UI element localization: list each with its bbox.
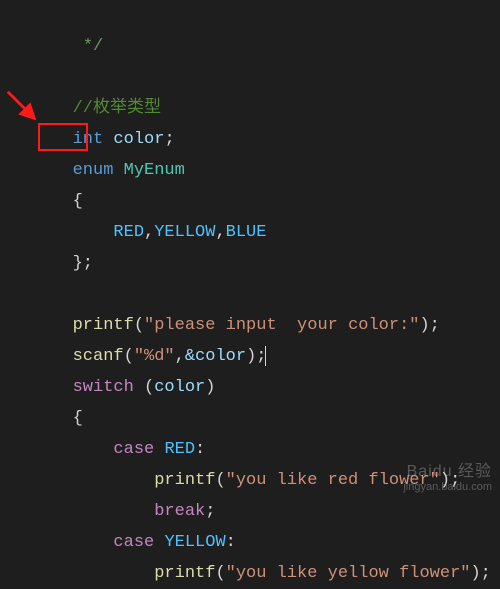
watermark-url: jingyan.baidu.com	[403, 481, 492, 493]
code-editor[interactable]: */ //枚举类型 int color; enum MyEnum { RED,Y…	[0, 0, 500, 589]
case-red: RED	[164, 440, 195, 459]
close-brace: };	[73, 254, 93, 273]
break-keyword-1: break	[154, 502, 205, 521]
switch-arg: color	[154, 378, 205, 397]
printf-yellow: printf	[154, 564, 215, 583]
watermark: Baidu 经验 jingyan.baidu.com	[403, 465, 492, 494]
enum-yellow: YELLOW	[154, 223, 215, 242]
switch-keyword: switch	[73, 378, 134, 397]
comment-end: */	[42, 37, 103, 56]
amp-color: &color	[185, 347, 246, 366]
case-keyword-1: case	[113, 440, 154, 459]
text-caret	[265, 346, 266, 366]
scanf-call: scanf	[73, 347, 124, 366]
open-brace: {	[73, 192, 83, 211]
watermark-brand: Baidu 经验	[407, 463, 492, 480]
printf-red: printf	[154, 471, 215, 490]
case-keyword-2: case	[113, 533, 154, 552]
yellow-msg: "you like yellow flower"	[226, 564, 471, 583]
enum-red: RED	[113, 223, 144, 242]
prompt-string: "please input your color:"	[144, 316, 419, 335]
var-color: color	[113, 130, 164, 149]
enum-type-name: MyEnum	[124, 161, 185, 180]
int-keyword: int	[73, 130, 104, 149]
enum-blue: BLUE	[226, 223, 267, 242]
comment-cn: //枚举类型	[42, 99, 161, 118]
format-string: "%d"	[134, 347, 175, 366]
printf-call: printf	[73, 316, 134, 335]
switch-open-brace: {	[73, 409, 83, 428]
case-yellow: YELLOW	[164, 533, 225, 552]
enum-keyword: enum	[73, 161, 114, 180]
